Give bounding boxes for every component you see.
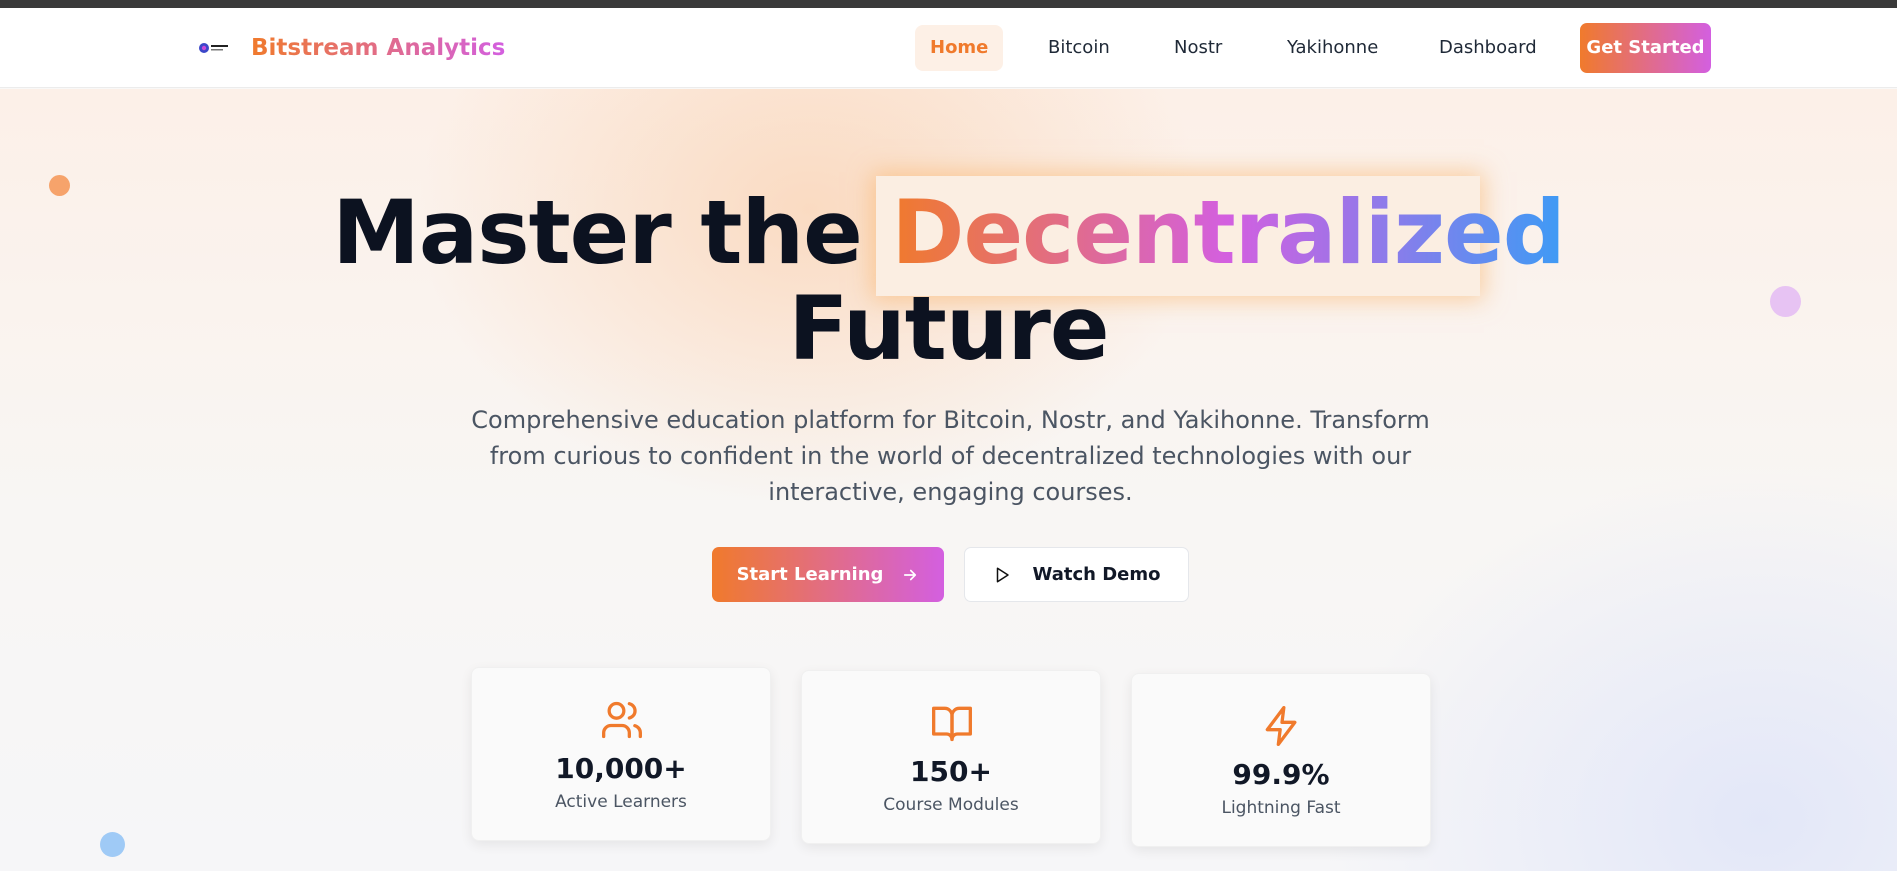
brand-name: Bitstream Analytics: [251, 35, 506, 61]
nav-nostr[interactable]: Nostr: [1159, 25, 1237, 71]
arrow-right-icon: [904, 569, 917, 580]
site-header: Bitstream Analytics Home Bitcoin Nostr Y…: [0, 8, 1897, 88]
start-learning-label: Start Learning: [736, 564, 884, 585]
hero-title-part2: Future: [788, 277, 1109, 380]
stat-value: 150+: [910, 755, 992, 788]
hero-subtitle: Comprehensive education platform for Bit…: [471, 406, 1430, 506]
stat-value: 99.9%: [1232, 758, 1330, 791]
stat-card-learners: 10,000+ Active Learners: [471, 667, 771, 841]
stat-label: Active Learners: [555, 792, 687, 812]
play-icon: [996, 567, 1009, 582]
brand-logo-icon: [197, 38, 231, 58]
nav-home[interactable]: Home: [915, 25, 1004, 71]
hero-title: Master the Decentralized Future: [0, 185, 1897, 377]
hero-section: Master the Decentralized Future Comprehe…: [0, 89, 1897, 871]
nav-yakihonne[interactable]: Yakihonne: [1272, 25, 1393, 71]
stat-card-modules: 150+ Course Modules: [801, 670, 1101, 844]
stat-label: Course Modules: [883, 795, 1019, 815]
start-learning-button[interactable]: Start Learning: [712, 547, 944, 602]
hero-title-part1: Master the: [332, 181, 863, 284]
zap-icon: [1265, 706, 1297, 746]
decorative-blue-dot: [100, 832, 125, 857]
brand-link[interactable]: Bitstream Analytics: [197, 32, 505, 64]
watch-demo-label: Watch Demo: [1032, 564, 1161, 585]
browser-top-bar: [0, 0, 1897, 8]
hero-title-highlight: Decentralized: [891, 181, 1565, 284]
watch-demo-button[interactable]: Watch Demo: [964, 547, 1189, 602]
book-open-icon: [932, 706, 972, 742]
get-started-button[interactable]: Get Started: [1580, 23, 1711, 73]
stat-label: Lightning Fast: [1221, 798, 1341, 818]
stat-value: 10,000+: [555, 752, 687, 785]
nav-bitcoin[interactable]: Bitcoin: [1033, 25, 1125, 71]
nav-dashboard[interactable]: Dashboard: [1424, 25, 1552, 71]
stat-card-speed: 99.9% Lightning Fast: [1131, 673, 1431, 847]
users-icon: [602, 701, 642, 739]
